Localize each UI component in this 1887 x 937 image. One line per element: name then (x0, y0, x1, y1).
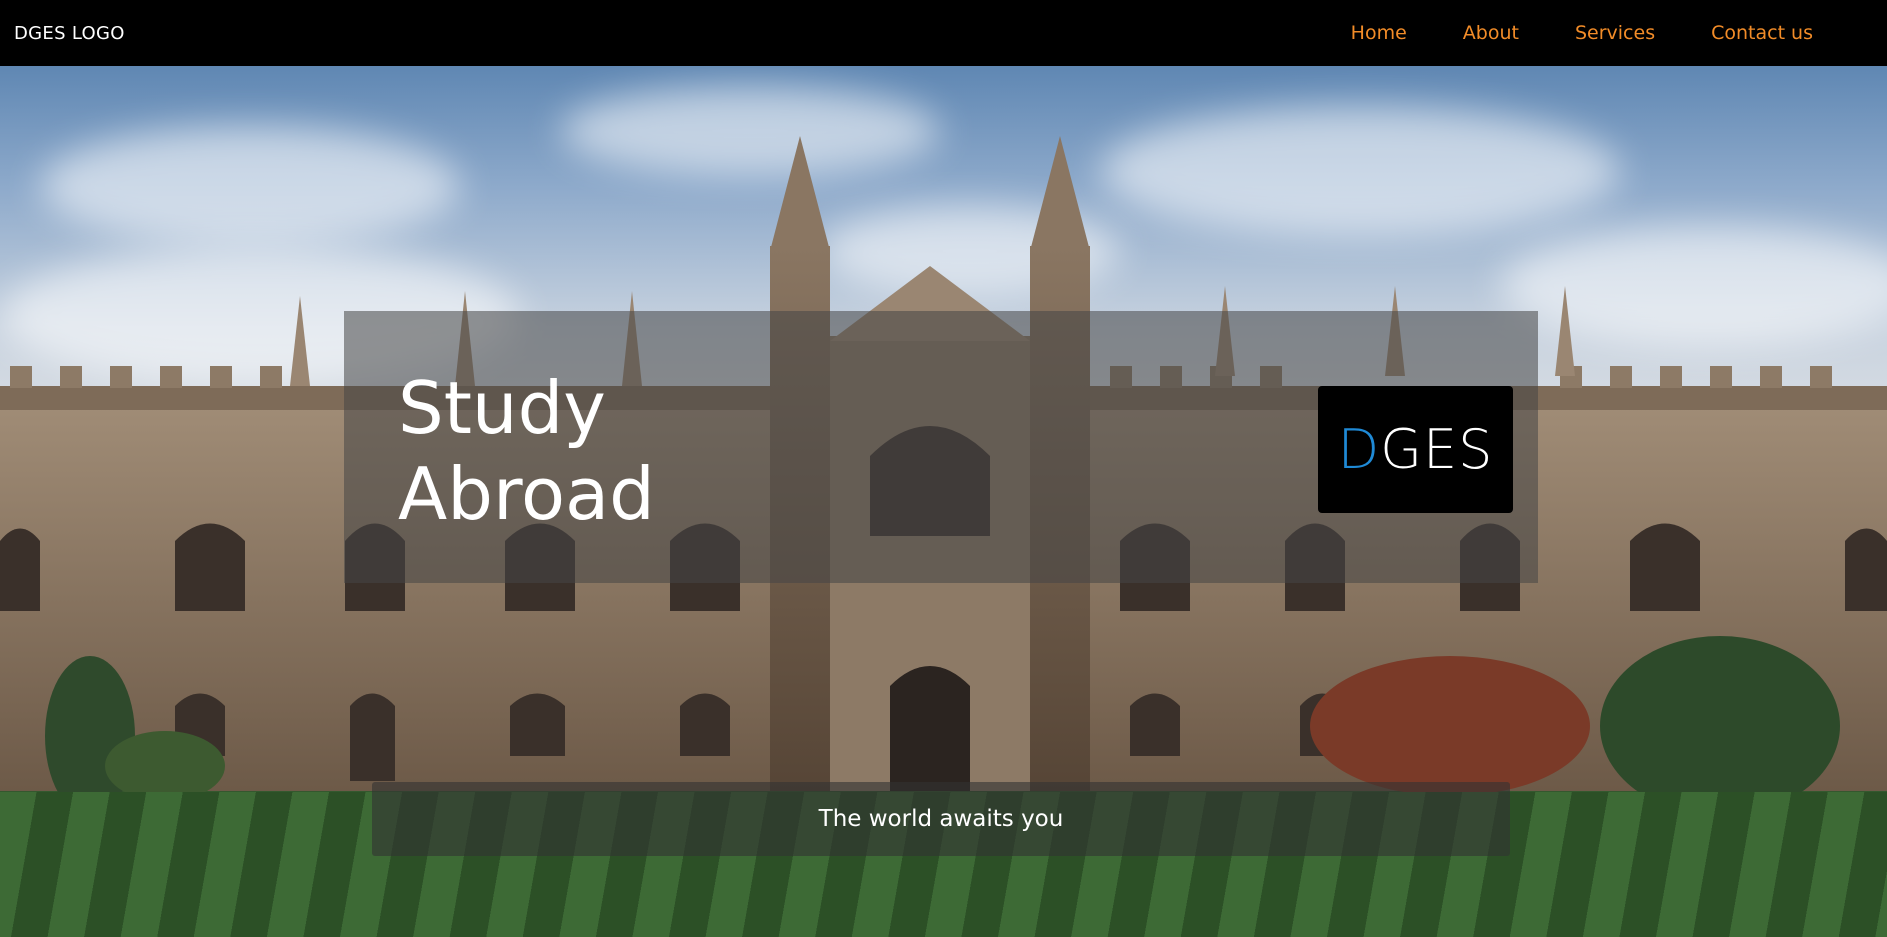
top-navbar: DGES LOGO Home About Services Contact us (0, 0, 1887, 66)
nav-link-home[interactable]: Home (1351, 22, 1407, 44)
brand-logo-box: DGES (1318, 386, 1513, 513)
nav-links: Home About Services Contact us (1295, 22, 1887, 44)
hero-title: Study Abroad (398, 365, 655, 537)
nav-link-contact[interactable]: Contact us (1711, 22, 1813, 44)
nav-link-about[interactable]: About (1463, 22, 1519, 44)
site-logo[interactable]: DGES LOGO (0, 23, 125, 44)
tagline-banner: The world awaits you (372, 782, 1510, 856)
hero-title-line-2: Abroad (398, 452, 655, 536)
brand-logo-rest: GES (1380, 418, 1494, 481)
nav-link-services[interactable]: Services (1575, 22, 1655, 44)
brand-logo-text: DGES (1338, 418, 1494, 481)
hero-title-line-1: Study (398, 366, 606, 450)
brand-logo-accent-letter: D (1337, 418, 1381, 481)
tagline-text: The world awaits you (818, 806, 1064, 832)
